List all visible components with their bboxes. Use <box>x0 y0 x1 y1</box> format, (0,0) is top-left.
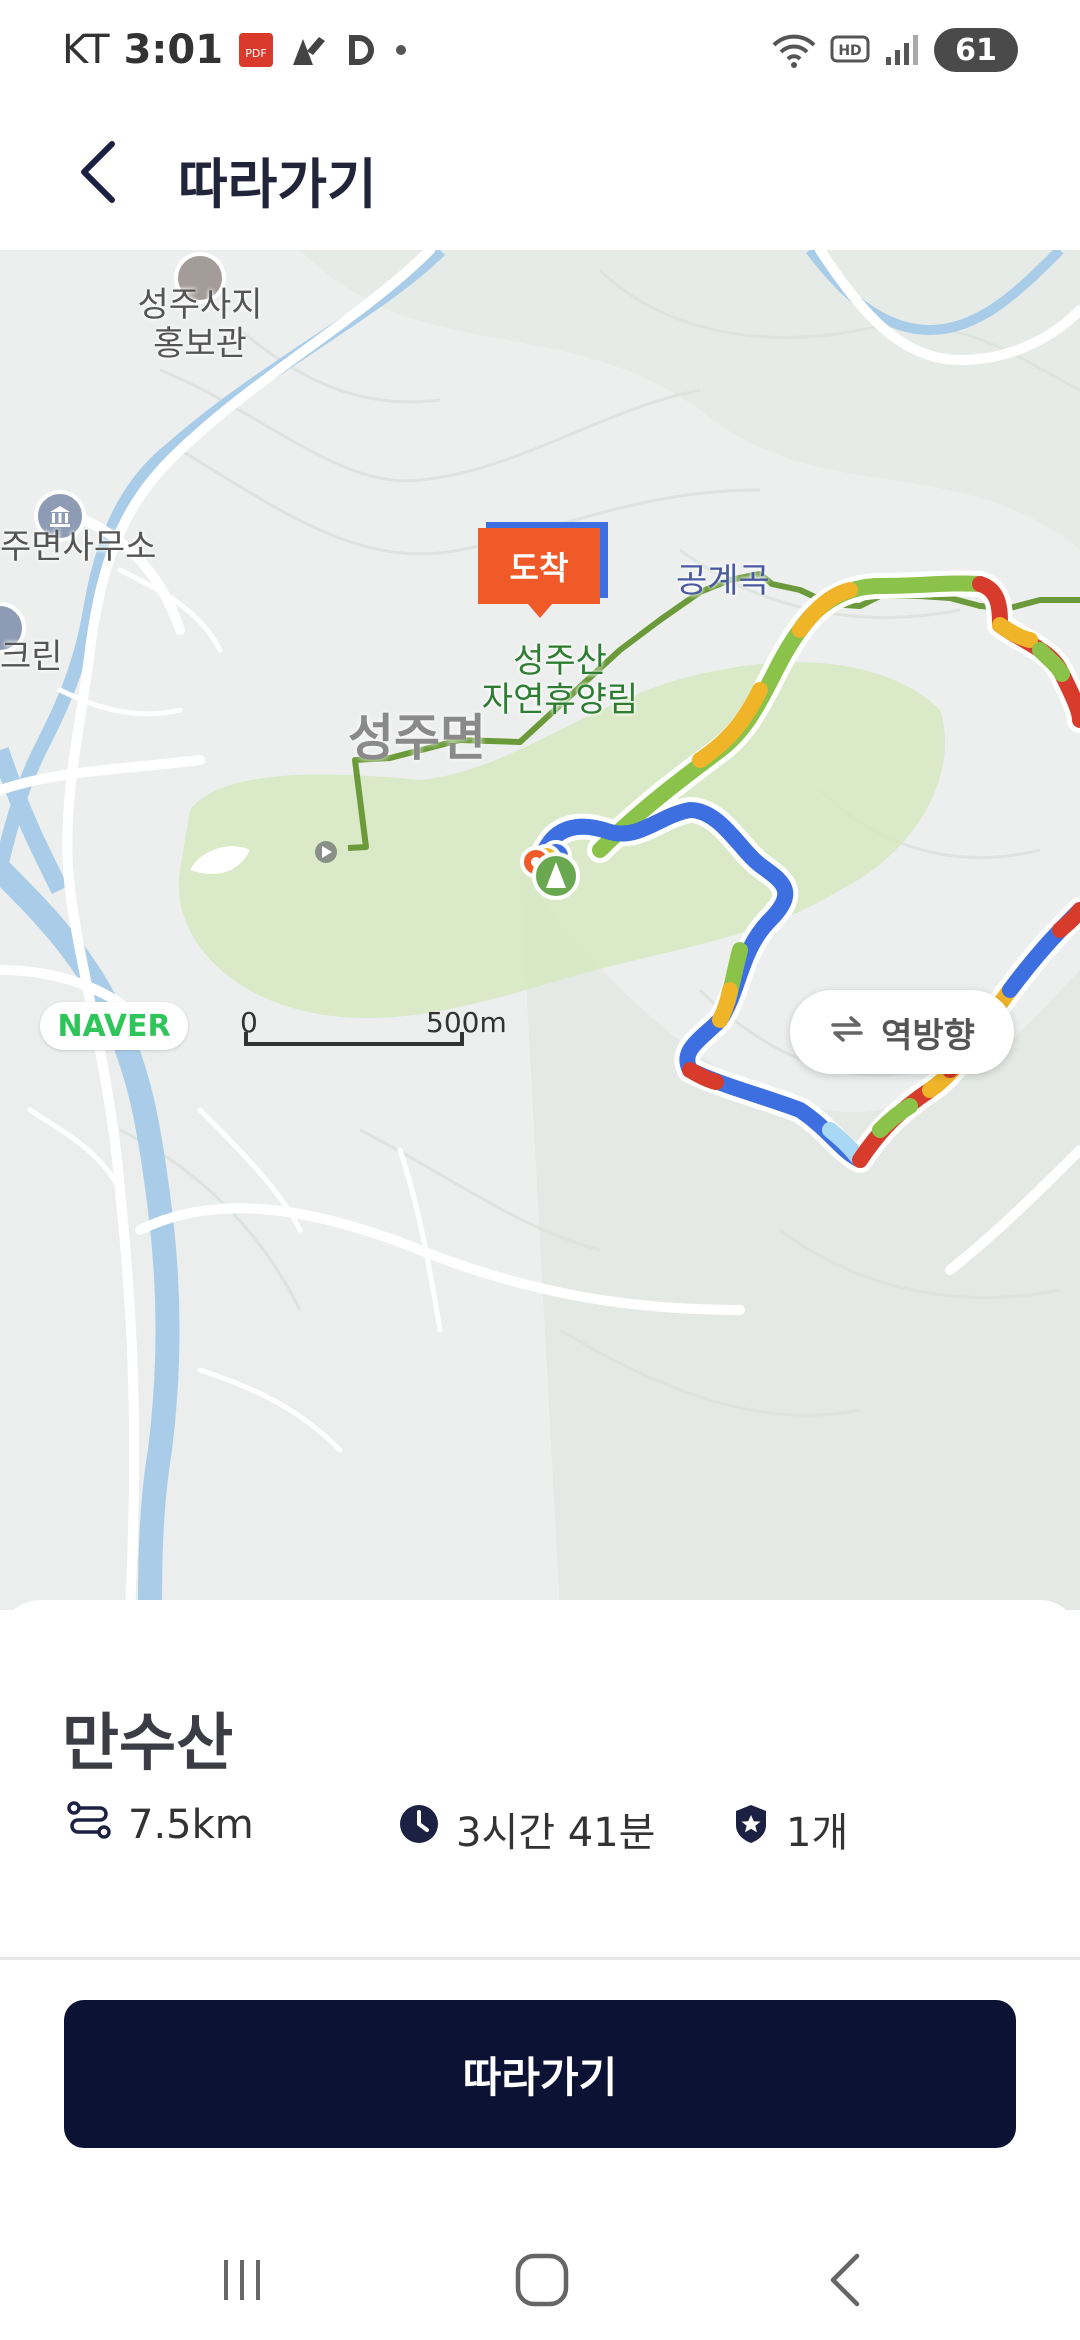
badge-star-icon <box>732 1803 770 1855</box>
app-header: 따라가기 <box>0 110 1080 240</box>
swap-arrows-icon <box>829 1012 865 1052</box>
forest-label[interactable]: 성주산 자연휴양림 <box>470 641 650 720</box>
status-bar: KT 3:01 PDF HD 61 <box>0 0 1080 100</box>
battery-indicator: 61 <box>934 28 1018 72</box>
status-left: KT 3:01 PDF <box>62 24 411 76</box>
recent-apps-button[interactable] <box>182 2242 302 2322</box>
sheet-divider <box>0 1957 1080 1960</box>
dot-icon <box>391 40 411 60</box>
signal-icon <box>884 31 920 69</box>
recent-apps-icon <box>214 2252 270 2312</box>
hd-voice-icon: HD <box>830 33 870 67</box>
clock-icon <box>398 1803 440 1855</box>
distance-value: 7.5km <box>128 1802 254 1848</box>
pdf-icon: PDF <box>237 31 275 69</box>
home-button[interactable] <box>482 2242 602 2322</box>
carrier-label: KT <box>62 27 110 73</box>
map-view[interactable]: 성주사지 홍보관 주면사무소 크린 공계곡 성주산 자연휴양림 성주면 도착 N… <box>0 250 1080 1610</box>
left-edge-label[interactable]: 크린 <box>0 637 63 677</box>
area-label: 성주면 <box>348 709 486 767</box>
arrival-marker[interactable]: 도착 <box>478 528 600 618</box>
duration-stat: 3시간 41분 <box>398 1800 655 1858</box>
valley-label[interactable]: 공계곡 <box>676 561 770 601</box>
reverse-direction-label: 역방향 <box>881 1015 975 1056</box>
svg-text:PDF: PDF <box>245 47 266 60</box>
scale-end: 500m <box>426 1006 507 1039</box>
home-icon <box>512 2250 572 2314</box>
scale-start: 0 <box>240 1006 258 1039</box>
follow-button[interactable]: 따라가기 <box>64 2000 1016 2148</box>
back-arrow-icon <box>821 2250 871 2314</box>
naver-logo[interactable]: NAVER <box>40 1002 188 1050</box>
navigation-app-icon <box>289 31 329 69</box>
scale-bar <box>244 1032 464 1046</box>
map-scale: 0 500m <box>240 1006 507 1056</box>
office-label[interactable]: 주면사무소 <box>0 527 156 567</box>
count-value: 1개 <box>786 1810 849 1856</box>
page-title: 따라가기 <box>178 153 377 216</box>
wifi-icon <box>772 31 816 69</box>
svg-text:HD: HD <box>838 43 861 59</box>
trail-stats: 7.5km 3시간 41분 1개 <box>62 1800 1022 1860</box>
system-back-button[interactable] <box>786 2242 906 2322</box>
trail-name: 만수산 <box>62 1706 234 1779</box>
reverse-direction-button[interactable]: 역방향 <box>790 990 1014 1074</box>
count-stat: 1개 <box>732 1800 848 1858</box>
system-nav-bar <box>0 2220 1080 2340</box>
clock: 3:01 <box>123 27 224 73</box>
duration-value: 3시간 41분 <box>456 1810 656 1856</box>
status-right: HD 61 <box>772 24 1018 76</box>
map-base-layer <box>0 250 1080 1610</box>
route-icon <box>66 1800 112 1850</box>
d-app-icon <box>343 31 377 69</box>
distance-stat: 7.5km <box>66 1800 254 1850</box>
chevron-left-icon <box>76 138 120 210</box>
museum-label[interactable]: 성주사지 홍보관 <box>130 285 270 364</box>
back-button[interactable] <box>58 134 138 214</box>
